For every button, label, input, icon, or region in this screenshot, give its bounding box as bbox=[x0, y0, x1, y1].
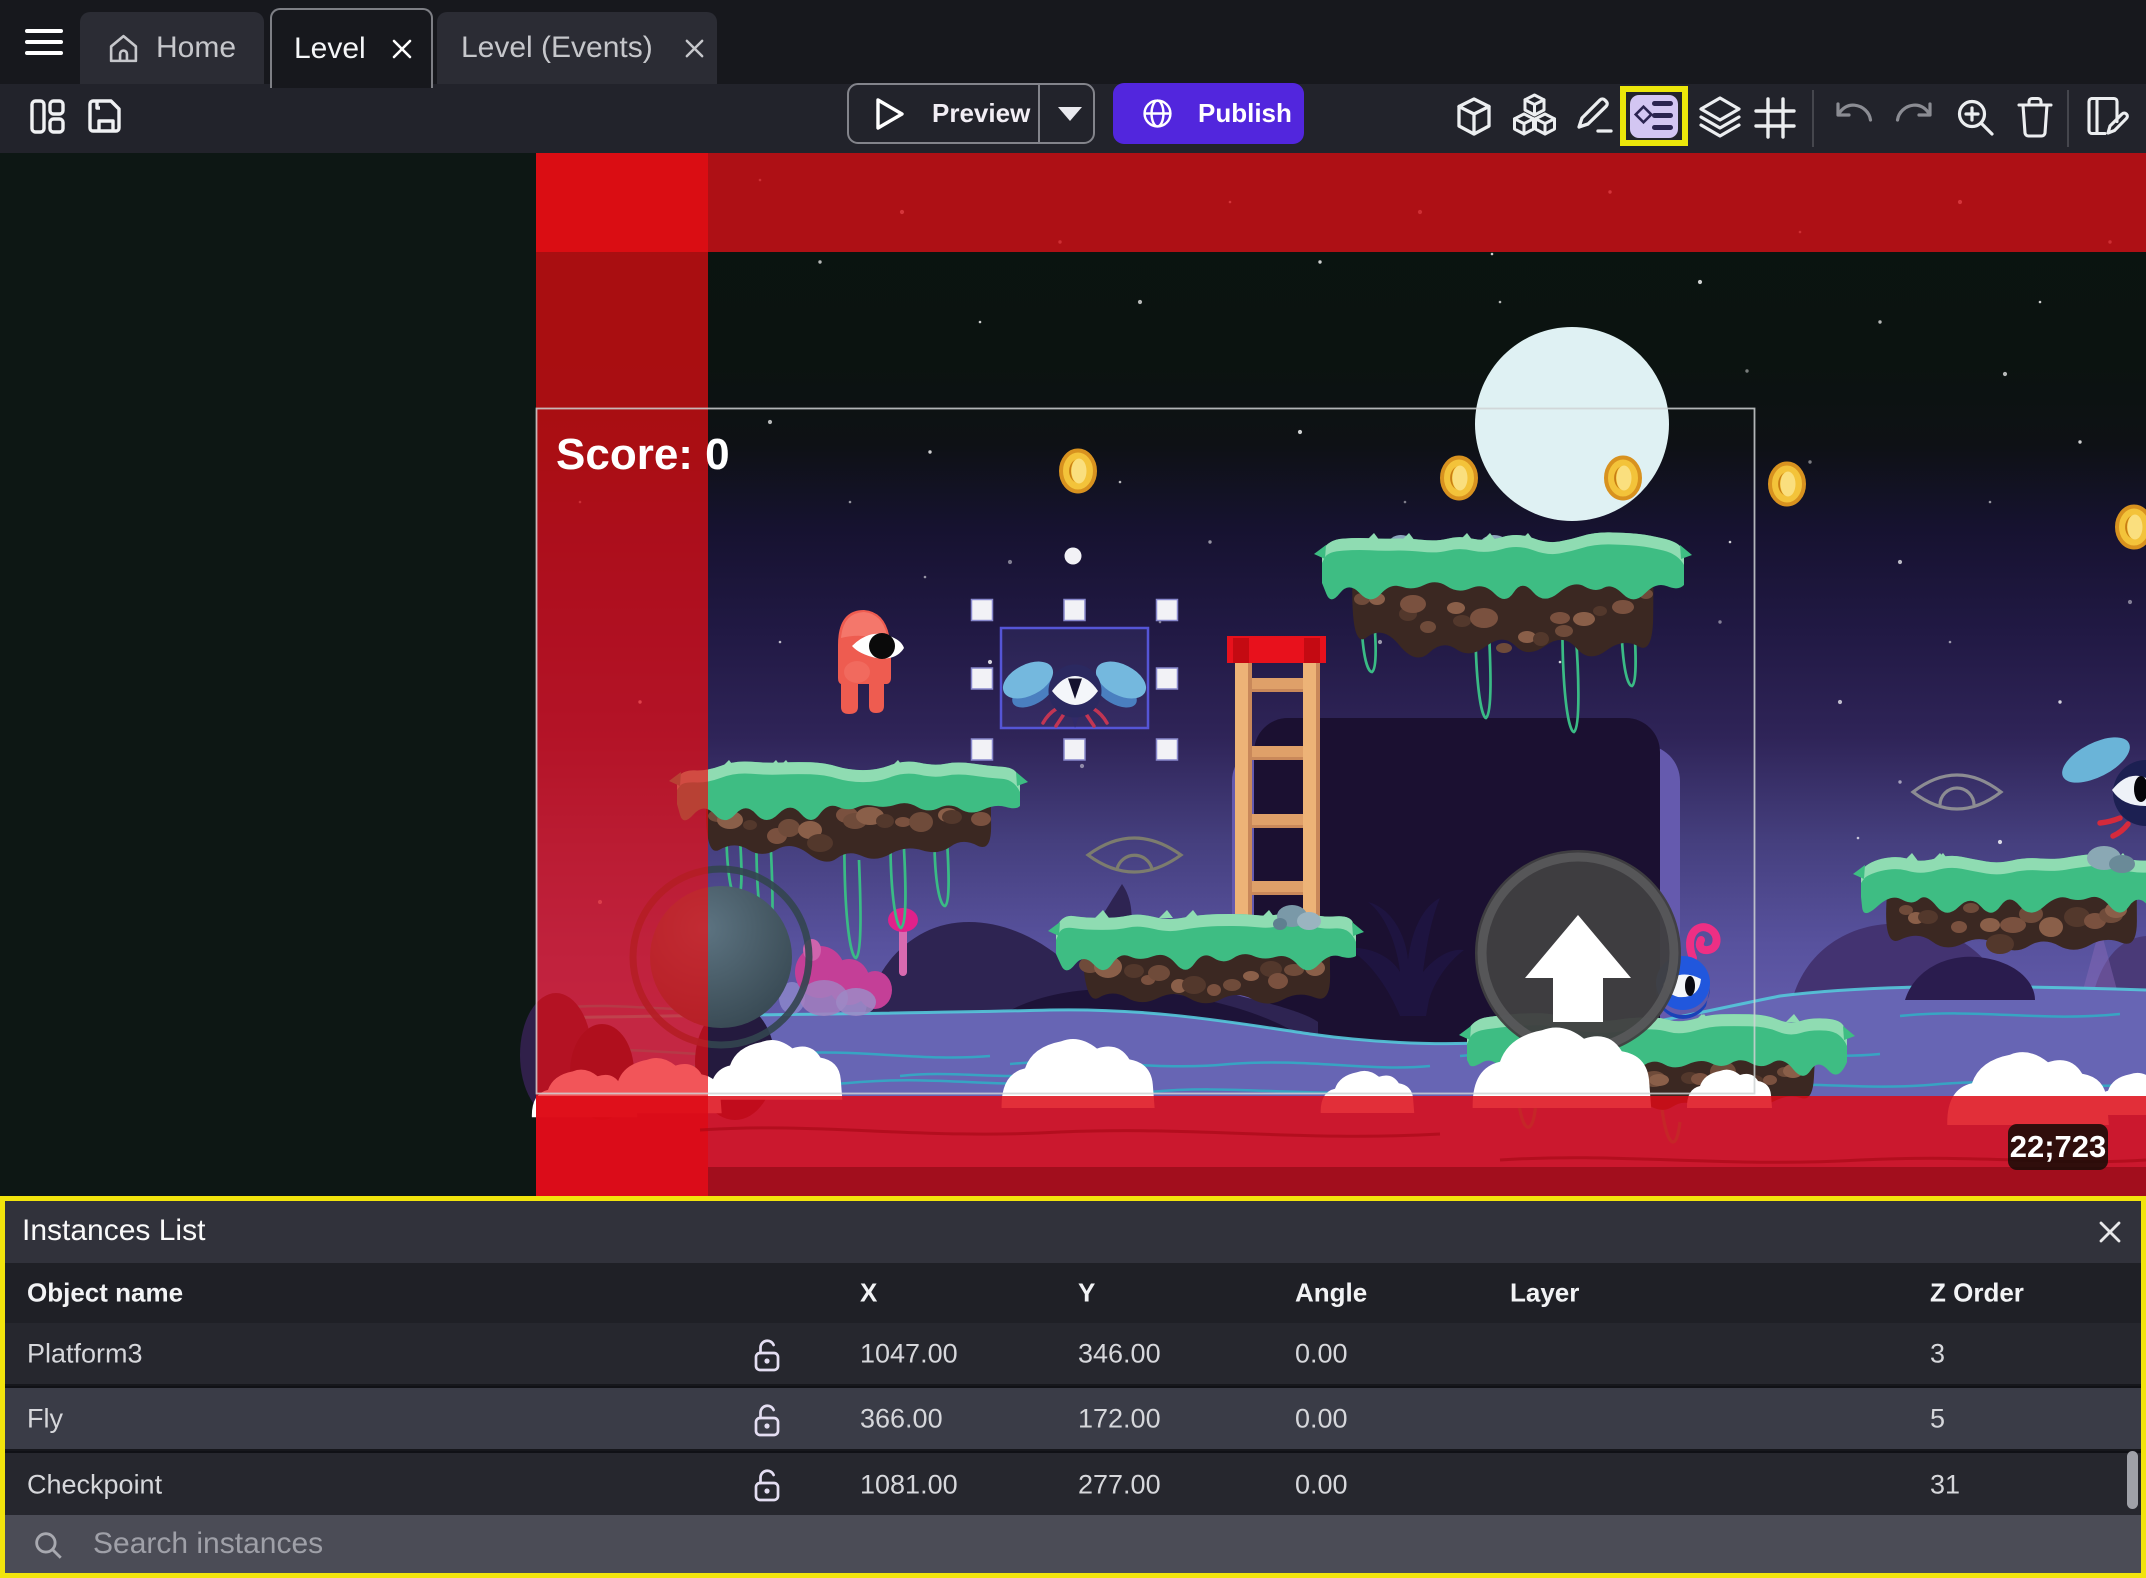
svg-text:Score: 0: Score: 0 bbox=[556, 430, 730, 479]
svg-text:22;723: 22;723 bbox=[2010, 1129, 2107, 1164]
